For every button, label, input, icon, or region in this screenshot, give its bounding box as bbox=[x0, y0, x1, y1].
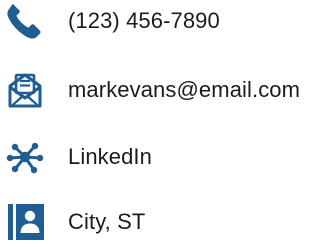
network-icon bbox=[6, 139, 44, 175]
contact-list: (123) 456-7890 markevans@email.com Linke… bbox=[0, 0, 325, 247]
contact-item-email: markevans@email.com bbox=[0, 70, 325, 110]
contact-item-linkedin: LinkedIn bbox=[0, 137, 325, 177]
envelope-icon bbox=[6, 72, 44, 108]
email-address: markevans@email.com bbox=[68, 77, 301, 102]
contact-item-phone: (123) 456-7890 bbox=[0, 1, 325, 41]
phone-number: (123) 456-7890 bbox=[68, 8, 220, 33]
contact-item-location: City, ST bbox=[0, 202, 325, 242]
id-card-icon bbox=[6, 204, 44, 240]
phone-icon bbox=[6, 3, 44, 39]
location-text: City, ST bbox=[68, 209, 146, 234]
linkedin-link[interactable]: LinkedIn bbox=[68, 137, 152, 177]
